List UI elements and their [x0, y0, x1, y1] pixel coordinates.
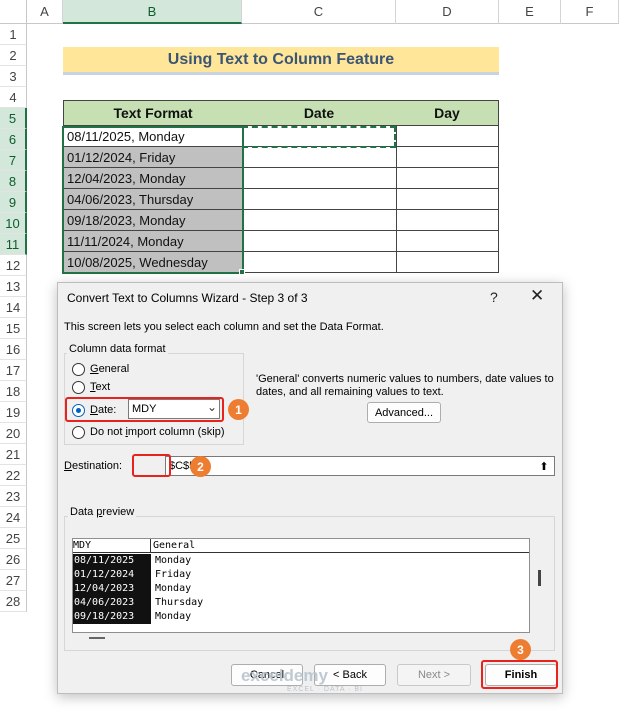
row-header-21[interactable]: 21: [0, 444, 27, 465]
preview-date-value: 04/06/2023: [74, 597, 135, 608]
row-header-11[interactable]: 11: [0, 234, 27, 255]
watermark-tagline: EXCEL · DATA · BI: [287, 686, 363, 693]
column-header-b[interactable]: B: [63, 0, 242, 24]
cell-day[interactable]: [396, 252, 499, 273]
row-header-13[interactable]: 13: [0, 276, 27, 297]
row-header-10[interactable]: 10: [0, 213, 27, 234]
row-header-19[interactable]: 19: [0, 402, 27, 423]
row-header-9[interactable]: 9: [0, 192, 27, 213]
row-header-16[interactable]: 16: [0, 339, 27, 360]
row-header-1[interactable]: 1: [0, 24, 27, 45]
text-to-columns-dialog: Convert Text to Columns Wizard - Step 3 …: [57, 282, 563, 694]
header-day[interactable]: Day: [396, 100, 499, 126]
preview-header-mdy[interactable]: MDY: [73, 539, 151, 553]
cell-date[interactable]: [242, 231, 397, 252]
radio-text[interactable]: [72, 381, 85, 394]
step-badge-1: 1: [228, 399, 249, 420]
header-date[interactable]: Date: [242, 100, 397, 126]
preview-date-value: 09/18/2023: [74, 611, 135, 622]
format-info-text: 'General' converts numeric values to num…: [256, 373, 554, 398]
column-header-c[interactable]: C: [242, 0, 396, 24]
column-header-f[interactable]: F: [561, 0, 619, 24]
row-header-5[interactable]: 5: [0, 108, 27, 129]
preview-day-value: Monday: [155, 555, 192, 566]
cell-date[interactable]: [242, 189, 397, 210]
label-text[interactable]: Text: [90, 381, 110, 393]
row-header-8[interactable]: 8: [0, 171, 27, 192]
cell-date[interactable]: [242, 168, 397, 189]
step-badge-3: 3: [510, 639, 531, 660]
column-header-e[interactable]: E: [499, 0, 561, 24]
copy-marquee: [242, 126, 396, 148]
dialog-title: Convert Text to Columns Wizard - Step 3 …: [67, 291, 308, 305]
preview-day-value: Monday: [155, 611, 192, 622]
radio-general[interactable]: [72, 363, 85, 376]
help-button[interactable]: ?: [490, 289, 498, 305]
row-header-25[interactable]: 25: [0, 528, 27, 549]
preview-horizontal-scrollbar[interactable]: [89, 637, 105, 639]
highlight-date-option: [65, 397, 224, 422]
header-text-format[interactable]: Text Format: [63, 100, 243, 126]
cell-date[interactable]: [242, 147, 397, 168]
cell-date[interactable]: [242, 252, 397, 273]
preview-column-dates[interactable]: 08/11/2025 01/12/2024 12/04/2023 04/06/2023…: [73, 554, 151, 624]
watermark-logo: exceldemy: [241, 666, 328, 685]
row-header-17[interactable]: 17: [0, 360, 27, 381]
row-header-12[interactable]: 12: [0, 255, 27, 276]
preview-day-value: Thursday: [155, 597, 204, 608]
preview-column-days[interactable]: Monday Friday Monday Thursday Monday: [155, 554, 203, 624]
preview-date-value: 08/11/2025: [74, 555, 135, 566]
preview-date-value: 12/04/2023: [74, 583, 135, 594]
row-header-15[interactable]: 15: [0, 318, 27, 339]
preview-day-value: Friday: [155, 569, 192, 580]
label-general[interactable]: General: [90, 363, 129, 375]
column-header-d[interactable]: D: [396, 0, 499, 24]
cell-day[interactable]: [396, 231, 499, 252]
preview-vertical-scrollbar[interactable]: [538, 570, 541, 586]
preview-date-value: 01/12/2024: [74, 569, 135, 580]
row-header-24[interactable]: 24: [0, 507, 27, 528]
cell-date[interactable]: [242, 210, 397, 231]
preview-header-general[interactable]: General: [151, 539, 529, 553]
collapse-dialog-icon[interactable]: ⬆: [536, 458, 552, 474]
row-header-26[interactable]: 26: [0, 549, 27, 570]
row-header-18[interactable]: 18: [0, 381, 27, 402]
row-header-2[interactable]: 2: [0, 45, 27, 66]
highlight-destination: [132, 454, 171, 477]
row-header-7[interactable]: 7: [0, 150, 27, 171]
row-header-22[interactable]: 22: [0, 465, 27, 486]
select-all-corner[interactable]: [0, 0, 27, 24]
cell-day[interactable]: [396, 168, 499, 189]
label-skip[interactable]: Do not import column (skip): [90, 426, 225, 438]
row-header-4[interactable]: 4: [0, 87, 27, 108]
fill-handle[interactable]: [239, 269, 245, 275]
preview-label: Data preview: [68, 506, 137, 518]
row-header-27[interactable]: 27: [0, 570, 27, 591]
column-format-label: Column data format: [67, 343, 168, 355]
row-header-3[interactable]: 3: [0, 66, 27, 87]
selection-range: [62, 126, 244, 274]
data-preview[interactable]: MDY General 08/11/2025 01/12/2024 12/04/20…: [72, 538, 530, 633]
radio-skip[interactable]: [72, 426, 85, 439]
sheet-title: Using Text to Column Feature: [63, 47, 499, 75]
cell-day[interactable]: [396, 210, 499, 231]
cell-day[interactable]: [396, 126, 499, 147]
advanced-button[interactable]: Advanced...: [367, 402, 441, 423]
row-header-6[interactable]: 6: [0, 129, 27, 150]
highlight-finish: [481, 660, 558, 689]
column-header-a[interactable]: A: [27, 0, 63, 24]
destination-input[interactable]: $C$5 ⬆: [165, 456, 555, 476]
cell-day[interactable]: [396, 189, 499, 210]
row-header-20[interactable]: 20: [0, 423, 27, 444]
row-header-23[interactable]: 23: [0, 486, 27, 507]
dialog-intro: This screen lets you select each column …: [64, 321, 384, 333]
next-button[interactable]: Next >: [397, 664, 471, 686]
preview-day-value: Monday: [155, 583, 192, 594]
row-header-28[interactable]: 28: [0, 591, 27, 612]
destination-label: Destination:: [64, 460, 123, 472]
cell-day[interactable]: [396, 147, 499, 168]
row-header-14[interactable]: 14: [0, 297, 27, 318]
step-badge-2: 2: [190, 456, 211, 477]
close-icon[interactable]: ✕: [530, 286, 544, 306]
